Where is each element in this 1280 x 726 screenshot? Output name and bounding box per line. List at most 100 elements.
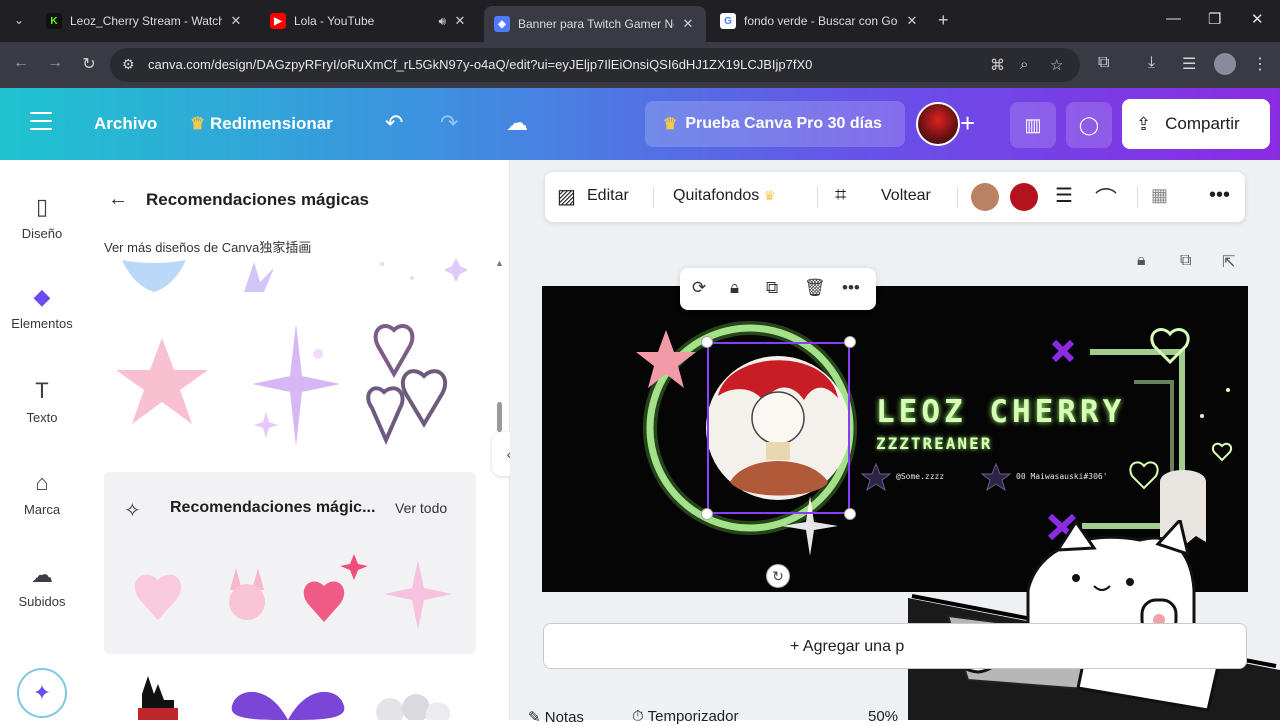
- toolbar-divider: [817, 186, 818, 208]
- bookmark-star-icon[interactable]: ☆: [1050, 56, 1063, 74]
- minimize-icon[interactable]: —: [1166, 10, 1181, 27]
- user-avatar[interactable]: [916, 102, 960, 146]
- zoom-level[interactable]: 50%: [868, 708, 898, 725]
- zoom-icon[interactable]: ⌕: [1020, 56, 1028, 73]
- border-style-icon[interactable]: ☰: [1055, 183, 1073, 208]
- edit-button[interactable]: Editar: [587, 187, 629, 205]
- rail-item-uploads[interactable]: ☁ Subidos: [0, 562, 84, 609]
- more-menu-icon[interactable]: ⋮: [1252, 54, 1268, 74]
- color-swatch-red[interactable]: [1010, 183, 1038, 211]
- back-icon[interactable]: ←: [10, 54, 32, 72]
- rotate-handle-icon[interactable]: ↻: [766, 564, 790, 588]
- thumbnail-chrome-hearts[interactable]: [366, 320, 466, 452]
- notes-icon: ✎: [528, 709, 545, 726]
- tab-title: Banner para Twitch Gamer Neó...: [518, 17, 674, 31]
- elements-panel: ← Recomendaciones mágicas Ver más diseño…: [84, 160, 510, 720]
- see-more-link[interactable]: Ver más diseños de Canva独家插画: [104, 237, 311, 256]
- toolbar-divider: [957, 186, 958, 208]
- redo-icon[interactable]: ↷: [440, 110, 458, 136]
- add-page-label: + Agregar una p: [790, 638, 905, 655]
- delete-icon[interactable]: 🗑︎: [804, 278, 826, 298]
- browser-tab-kick[interactable]: K Leoz_Cherry Stream - Watch Li... ✕: [36, 6, 254, 36]
- browser-tab-bar: ⌄ K Leoz_Cherry Stream - Watch Li... ✕ ▶…: [0, 0, 1280, 42]
- resize-button[interactable]: ♛ Redimensionar: [190, 114, 333, 134]
- cloud-saved-icon[interactable]: ☁: [506, 110, 528, 136]
- thumbnail-blue-heart[interactable]: [114, 256, 194, 296]
- rail-item-text[interactable]: T Texto: [0, 378, 84, 425]
- close-icon[interactable]: ✕: [904, 13, 920, 29]
- forward-icon[interactable]: →: [44, 54, 66, 72]
- speaker-icon[interactable]: 🔊︎: [438, 14, 446, 29]
- tab-search-icon[interactable]: ⌄: [8, 9, 30, 31]
- crown-icon: ♛: [663, 116, 678, 133]
- download-icon[interactable]: ⤓: [1148, 54, 1155, 72]
- magic-assistant-button[interactable]: ✦: [17, 668, 67, 718]
- add-collaborator-icon[interactable]: +: [960, 108, 975, 139]
- reload-icon[interactable]: ↻: [78, 54, 100, 74]
- comment-icon[interactable]: ◯: [1066, 102, 1112, 148]
- corner-rounding-icon[interactable]: ⌒: [1095, 182, 1117, 214]
- thumbnail-purple-butterfly[interactable]: [228, 682, 348, 720]
- address-bar[interactable]: ⚙ canva.com/design/DAGzpyRFryI/oRuXmCf_r…: [110, 48, 1080, 82]
- menu-icon[interactable]: [30, 112, 52, 130]
- lock-icon[interactable]: 🔒︎: [1137, 252, 1146, 270]
- duplicate-icon[interactable]: ⧉: [766, 278, 778, 298]
- undo-icon[interactable]: ↶: [385, 110, 403, 136]
- flip-button[interactable]: Voltear: [881, 187, 931, 205]
- extensions-icon[interactable]: ⧉: [1098, 54, 1109, 72]
- timer-button[interactable]: ⏱ Temporizador: [632, 708, 738, 725]
- maximize-icon[interactable]: ❐: [1208, 10, 1221, 28]
- thumbnail-balloons[interactable]: [366, 690, 456, 720]
- color-swatch-tan[interactable]: [971, 183, 999, 211]
- magic-edit-icon[interactable]: ⟳: [692, 278, 706, 298]
- notes-button[interactable]: ✎ Notas: [528, 708, 584, 726]
- close-icon[interactable]: ✕: [452, 13, 468, 29]
- translate-icon[interactable]: ⌘: [990, 56, 1005, 74]
- crop-icon[interactable]: ⌗: [835, 184, 846, 207]
- lock-icon[interactable]: 🔒︎: [730, 278, 739, 298]
- panel-scrollbar[interactable]: [497, 402, 502, 432]
- resize-handle[interactable]: [844, 336, 856, 348]
- thumbnail-pink-star[interactable]: [112, 330, 212, 430]
- analytics-icon[interactable]: ▥: [1010, 102, 1056, 148]
- thumbnail-purple-sparkle[interactable]: [244, 320, 344, 450]
- transparency-icon[interactable]: ▦: [1151, 185, 1168, 206]
- resize-handle[interactable]: [844, 508, 856, 520]
- browser-tab-google[interactable]: G fondo verde - Buscar con Goog... ✕: [710, 6, 930, 36]
- selection-box[interactable]: [707, 342, 850, 514]
- resize-handle[interactable]: [701, 336, 713, 348]
- edit-image-icon[interactable]: ▨: [557, 184, 576, 209]
- resize-handle[interactable]: [701, 508, 713, 520]
- browser-tab-canva[interactable]: ◆ Banner para Twitch Gamer Neó... ✕: [484, 6, 706, 42]
- new-tab-icon[interactable]: +: [938, 10, 949, 31]
- thumbnail-rock-hand[interactable]: [128, 670, 188, 720]
- profile-avatar[interactable]: [1214, 53, 1236, 75]
- window-close-icon[interactable]: ✕: [1251, 10, 1264, 28]
- more-options-icon[interactable]: •••: [1209, 184, 1230, 207]
- file-menu[interactable]: Archivo: [94, 114, 157, 134]
- youtube-icon: ▶: [270, 13, 286, 29]
- reading-list-icon[interactable]: ☰: [1182, 54, 1196, 74]
- url-text[interactable]: canva.com/design/DAGzpyRFryI/oRuXmCf_rL5…: [148, 57, 812, 72]
- bongo-cat-overlay: [908, 520, 1280, 720]
- bg-remover-button[interactable]: Quitafondos ♛: [673, 187, 775, 205]
- rail-item-brand[interactable]: ⌂ Marca: [0, 470, 84, 517]
- site-info-icon[interactable]: ⚙: [122, 56, 135, 73]
- more-options-icon[interactable]: •••: [842, 278, 860, 298]
- close-icon[interactable]: ✕: [680, 16, 696, 32]
- rail-item-elements[interactable]: ◆ Elementos: [0, 284, 84, 331]
- share-button[interactable]: ⇪ Compartir: [1122, 99, 1270, 149]
- duplicate-page-icon[interactable]: ⧉: [1180, 252, 1191, 270]
- add-page-icon[interactable]: ⇱: [1222, 252, 1235, 272]
- see-all-link[interactable]: Ver todo: [395, 500, 447, 516]
- thumbnail-purple-sparkles[interactable]: [234, 256, 324, 296]
- thumbnail-sparkle-dots[interactable]: [362, 254, 472, 294]
- try-pro-button[interactable]: ♛ Prueba Canva Pro 30 días: [645, 101, 905, 147]
- close-icon[interactable]: ✕: [228, 13, 244, 29]
- scroll-up-icon[interactable]: ▲: [495, 258, 504, 268]
- back-arrow-icon[interactable]: ←: [108, 188, 128, 211]
- browser-tab-youtube[interactable]: ▶ Lola - YouTube 🔊︎ ✕: [260, 6, 478, 36]
- add-page-button[interactable]: + Agregar una p: [543, 623, 1247, 669]
- rail-item-design[interactable]: ▯ Diseño: [0, 194, 84, 241]
- card-thumbnails[interactable]: [118, 550, 468, 640]
